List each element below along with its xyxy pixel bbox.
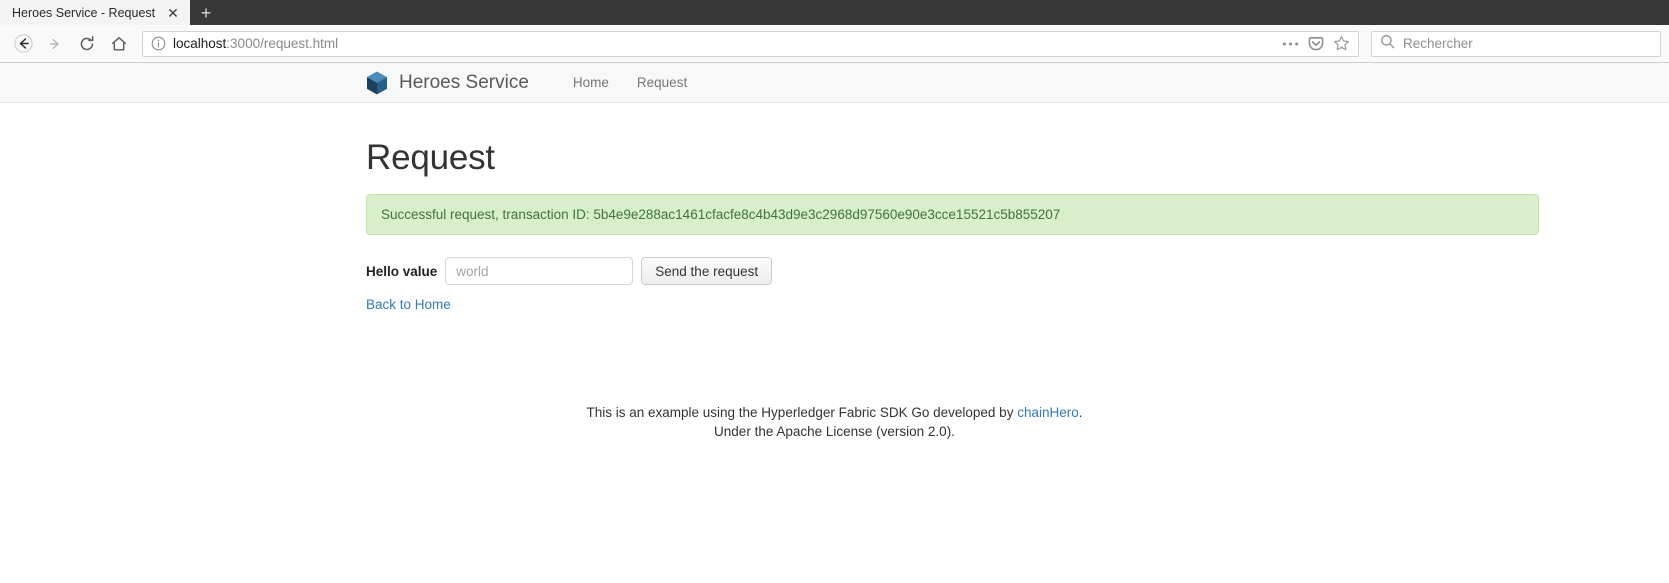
browser-tab[interactable]: Heroes Service - Request ✕ bbox=[0, 0, 190, 25]
request-form: Hello value Send the request bbox=[366, 257, 1539, 285]
reload-icon[interactable] bbox=[72, 30, 102, 58]
back-to-home-link[interactable]: Back to Home bbox=[366, 297, 451, 312]
search-bar[interactable]: Rechercher bbox=[1371, 30, 1661, 57]
close-icon[interactable]: ✕ bbox=[164, 4, 182, 22]
brand[interactable]: Heroes Service bbox=[366, 71, 529, 95]
url-path: :3000/request.html bbox=[226, 36, 339, 51]
search-input-placeholder: Rechercher bbox=[1403, 36, 1473, 51]
address-bar-actions bbox=[1282, 35, 1352, 52]
brand-name: Heroes Service bbox=[399, 71, 529, 93]
page-title: Request bbox=[366, 138, 495, 177]
forward-arrow-icon[interactable] bbox=[40, 30, 70, 58]
site-navbar: Heroes Service Home Request bbox=[0, 63, 1669, 103]
search-icon bbox=[1380, 34, 1395, 54]
hexagon-cube-logo-icon bbox=[366, 71, 388, 95]
info-icon[interactable] bbox=[151, 36, 166, 51]
tab-strip: Heroes Service - Request ✕ + bbox=[0, 0, 1669, 25]
hello-value-input[interactable] bbox=[445, 257, 634, 285]
success-alert: Successful request, transaction ID: 5b4e… bbox=[366, 194, 1539, 235]
home-icon[interactable] bbox=[104, 30, 134, 58]
pocket-icon[interactable] bbox=[1308, 36, 1324, 52]
address-bar-text: localhost:3000/request.html bbox=[173, 36, 1275, 51]
url-host: localhost bbox=[173, 36, 227, 51]
send-request-button[interactable]: Send the request bbox=[641, 257, 773, 285]
hello-value-label: Hello value bbox=[366, 263, 438, 279]
page-viewport: Heroes Service Home Request Request Succ… bbox=[0, 63, 1669, 583]
page-content: Request Successful request, transaction … bbox=[0, 138, 1669, 314]
footer-text-suffix: . bbox=[1078, 405, 1083, 420]
nav-link-home[interactable]: Home bbox=[559, 75, 623, 90]
page-footer: This is an example using the Hyperledger… bbox=[0, 403, 1669, 441]
ellipsis-icon[interactable] bbox=[1282, 41, 1299, 47]
footer-line-1: This is an example using the Hyperledger… bbox=[0, 403, 1669, 422]
tab-title: Heroes Service - Request bbox=[12, 5, 156, 20]
star-icon[interactable] bbox=[1333, 35, 1350, 52]
nav-link-request[interactable]: Request bbox=[623, 75, 701, 90]
browser-toolbar: localhost:3000/request.html Rechercher bbox=[0, 25, 1669, 63]
new-tab-button[interactable]: + bbox=[190, 0, 222, 25]
back-arrow-icon[interactable] bbox=[8, 30, 38, 58]
browser-window: Heroes Service - Request ✕ + localhost:3… bbox=[0, 0, 1669, 583]
chainhero-link[interactable]: chainHero bbox=[1017, 405, 1079, 420]
address-bar[interactable]: localhost:3000/request.html bbox=[142, 30, 1359, 57]
footer-line-2: Under the Apache License (version 2.0). bbox=[714, 424, 955, 439]
footer-text-prefix: This is an example using the Hyperledger… bbox=[586, 405, 1018, 420]
